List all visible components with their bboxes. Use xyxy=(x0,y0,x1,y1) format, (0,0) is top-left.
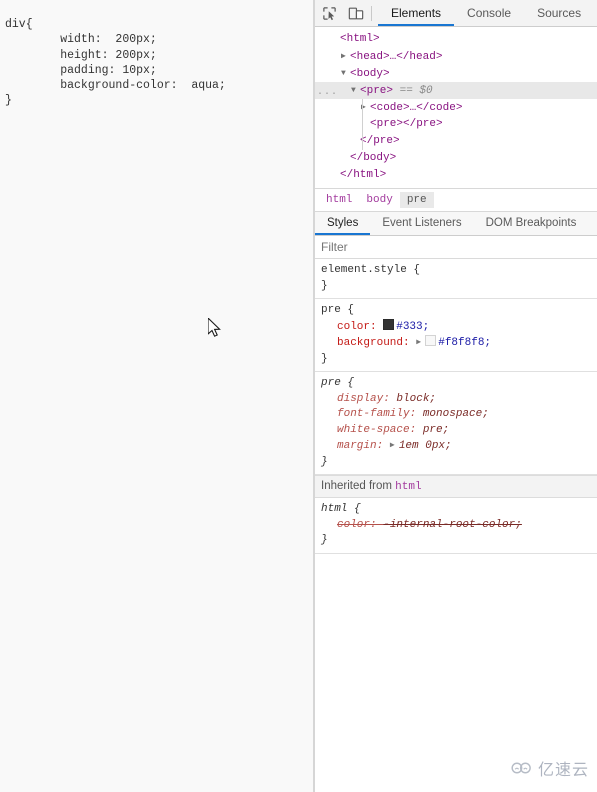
styles-rules-list: element.style { } pre { color: #333; backg… xyxy=(315,259,597,554)
tab-elements[interactable]: Elements xyxy=(378,0,454,26)
tab-sources[interactable]: Sources xyxy=(524,0,594,26)
color-swatch[interactable] xyxy=(383,318,395,330)
tab-console[interactable]: Console xyxy=(454,0,524,26)
dom-node-row[interactable]: ▶ <code>…</code> xyxy=(315,99,597,116)
css-declaration[interactable]: margin: ▶ 1em 0px; xyxy=(321,438,597,455)
inherited-label: Inherited from xyxy=(321,480,396,492)
css-property-name[interactable]: white-space: xyxy=(337,424,423,436)
toolbar-separator xyxy=(371,5,372,21)
dom-node-tag: <body> xyxy=(350,68,390,80)
dom-node-tag: <pre> xyxy=(360,85,394,97)
rule-close-brace: } xyxy=(321,455,328,468)
css-property-value[interactable]: 1em 0px; xyxy=(399,440,452,452)
dom-node-row[interactable]: ▼ <body> xyxy=(315,65,597,82)
devtools-panel: Elements Console Sources <html> ▶ <head>…<… xyxy=(315,0,597,792)
tab-styles[interactable]: Styles xyxy=(315,212,370,235)
styles-tab-strip: Styles Event Listeners DOM Breakpoints xyxy=(315,212,597,236)
css-declaration[interactable]: display: block; xyxy=(321,392,597,408)
css-property-value[interactable]: monospace; xyxy=(423,408,489,420)
css-property-name[interactable]: font-family: xyxy=(337,408,423,420)
dom-node-tag: </body> xyxy=(350,152,397,164)
breadcrumb[interactable]: html body pre xyxy=(315,188,597,212)
watermark-text: 亿速云 xyxy=(537,760,589,779)
chevron-down-icon[interactable]: ▼ xyxy=(351,82,360,99)
dom-node-row[interactable]: <html> xyxy=(315,31,597,48)
breadcrumb-item-pre[interactable]: pre xyxy=(399,192,434,208)
css-property-name[interactable]: color: xyxy=(337,321,383,333)
css-property-name[interactable]: background: xyxy=(337,337,416,349)
breadcrumb-item-html[interactable]: html xyxy=(319,192,359,208)
breadcrumb-item-body[interactable]: body xyxy=(359,192,399,208)
chevron-right-icon[interactable]: ▶ xyxy=(390,438,399,454)
css-property-name[interactable]: display: xyxy=(337,393,396,405)
inspect-element-icon[interactable] xyxy=(318,2,341,24)
dom-node-row[interactable]: ▶ <head>…</head> xyxy=(315,48,597,65)
dom-node-row[interactable]: <pre></pre> xyxy=(315,116,597,133)
css-property-name[interactable]: color: xyxy=(337,519,383,531)
css-declaration[interactable]: font-family: monospace; xyxy=(321,407,597,423)
tree-guide-line xyxy=(362,99,363,150)
device-toolbar-icon[interactable] xyxy=(344,2,367,24)
rule-close-brace: } xyxy=(321,352,328,365)
dom-node-row[interactable]: </pre> xyxy=(315,133,597,150)
css-declaration[interactable]: white-space: pre; xyxy=(321,423,597,439)
css-property-value[interactable]: block; xyxy=(396,393,436,405)
css-property-value[interactable]: -internal-root-color; xyxy=(383,519,522,531)
style-rule-0[interactable]: element.style { } xyxy=(315,259,597,299)
dom-node-row[interactable]: </html> xyxy=(315,167,597,184)
css-property-value[interactable]: #333; xyxy=(396,321,429,333)
chevron-right-icon[interactable]: ▶ xyxy=(341,48,350,65)
dom-node-tag: </pre> xyxy=(360,135,400,147)
style-rule-2[interactable]: pre { display: block; font-family: monosp… xyxy=(315,372,597,475)
devtools-toolbar: Elements Console Sources xyxy=(315,0,597,27)
chevron-right-icon[interactable]: ▶ xyxy=(416,335,425,351)
watermark: 亿速云 xyxy=(511,756,589,780)
rule-selector[interactable]: pre { xyxy=(321,304,354,316)
chevron-down-icon[interactable]: ▼ xyxy=(341,65,350,82)
dom-tree[interactable]: <html> ▶ <head>…</head> ▼ <body> ▼ <pre> == $0… xyxy=(315,27,597,188)
inherited-from-header: Inherited from html xyxy=(315,475,597,498)
css-property-value[interactable]: #f8f8f8; xyxy=(438,337,491,349)
tab-dom-breakpoints[interactable]: DOM Breakpoints xyxy=(474,212,589,235)
dom-node-tag: </html> xyxy=(340,169,387,181)
filter-input[interactable] xyxy=(321,240,521,254)
cloud-logo-icon xyxy=(511,762,531,774)
rule-selector[interactable]: pre { xyxy=(321,377,354,389)
page-code-block: div{ width: 200px; height: 200px; paddin… xyxy=(5,18,226,108)
dom-node-row[interactable]: ▼ <pre> == $0... xyxy=(315,82,597,99)
dom-node-tag: <head>…</head> xyxy=(350,51,443,63)
selected-node-ref: == $0 xyxy=(393,85,433,97)
styles-filter-bar xyxy=(315,236,597,259)
rule-selector[interactable]: html { xyxy=(321,503,361,515)
dom-node-tag: <code>…</code> xyxy=(370,102,463,114)
dom-node-tag: <html> xyxy=(340,33,380,45)
color-swatch[interactable] xyxy=(425,335,437,346)
style-rule-inherited-html[interactable]: html { color: -internal-root-color;} xyxy=(315,498,597,554)
rule-selector[interactable]: element.style { xyxy=(321,264,420,276)
tab-event-listeners[interactable]: Event Listeners xyxy=(370,212,473,235)
css-declaration[interactable]: color: -internal-root-color; xyxy=(321,518,597,534)
css-declaration[interactable]: background: ▶ #f8f8f8; xyxy=(321,335,597,352)
rule-close-brace: } xyxy=(321,534,328,546)
css-property-name[interactable]: margin: xyxy=(337,440,390,452)
rendered-page-pane: div{ width: 200px; height: 200px; paddin… xyxy=(0,0,313,792)
rule-close-brace: } xyxy=(321,279,328,292)
style-rule-1[interactable]: pre { color: #333; background: ▶ #f8f8f8;} xyxy=(315,299,597,372)
dom-node-tag: <pre></pre> xyxy=(370,118,443,130)
dom-node-row[interactable]: </body> xyxy=(315,150,597,167)
css-property-value[interactable]: pre; xyxy=(423,424,449,436)
css-declaration[interactable]: color: #333; xyxy=(321,318,597,336)
inherited-selector[interactable]: html xyxy=(395,481,421,493)
